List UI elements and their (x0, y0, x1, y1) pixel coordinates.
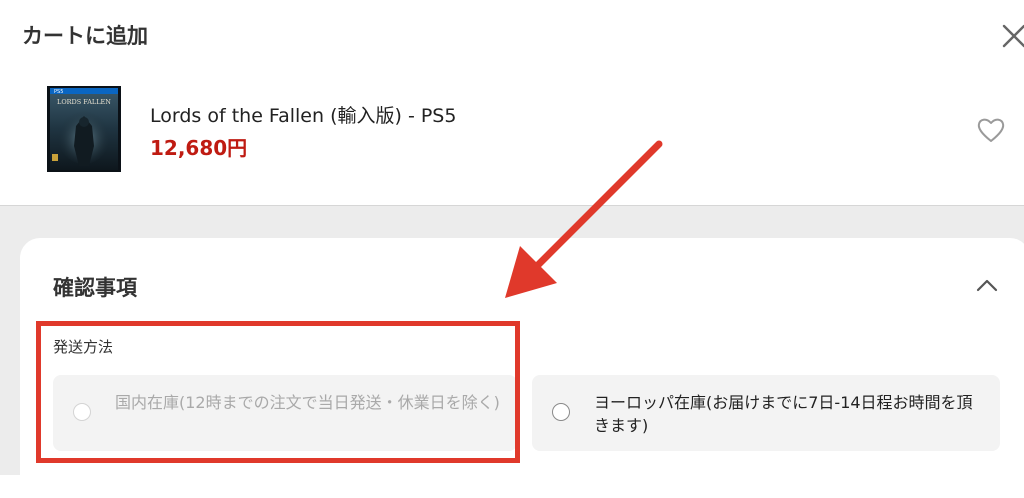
radio-button[interactable] (73, 403, 91, 421)
modal-title: カートに追加 (22, 24, 148, 48)
shipping-method-label: 発送方法 (53, 338, 114, 356)
option-label: 国内在庫(12時までの注文で当日発送・休業日を除く) (115, 393, 500, 412)
close-icon[interactable] (1000, 22, 1024, 50)
shipping-option-domestic[interactable]: 国内在庫(12時までの注文で当日発送・休業日を除く) (53, 375, 517, 451)
option-label: ヨーロッパ在庫(お届けまでに7日-14日程お時間を頂きます) (594, 393, 973, 435)
radio-button[interactable] (552, 403, 570, 421)
heart-icon[interactable] (976, 116, 1006, 144)
product-cover-image: PS5 LORDS FALLEN (47, 86, 121, 172)
chevron-up-icon[interactable] (974, 274, 1000, 296)
product-name[interactable]: Lords of the Fallen (輸入版) - PS5 (150, 101, 456, 128)
product-price: 12,680円 (150, 136, 248, 160)
shipping-option-europe[interactable]: ヨーロッパ在庫(お届けまでに7日-14日程お時間を頂きます) (532, 375, 1000, 451)
svg-text:PS5: PS5 (54, 89, 63, 95)
section-title: 確認事項 (53, 276, 137, 300)
confirm-card (20, 238, 1024, 498)
svg-text:LORDS FALLEN: LORDS FALLEN (57, 98, 111, 106)
